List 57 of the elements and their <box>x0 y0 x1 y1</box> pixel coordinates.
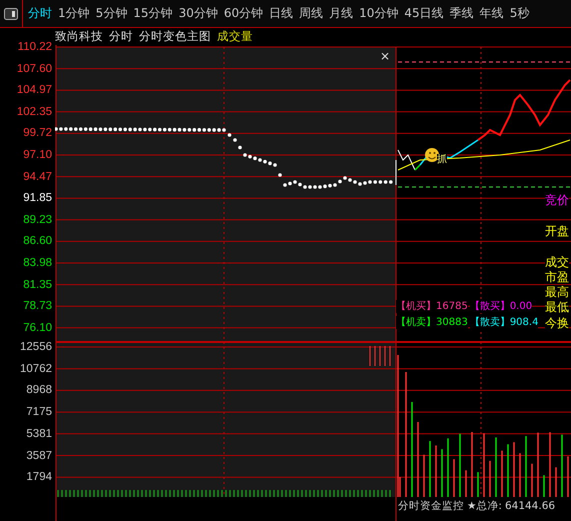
main-chart-label: 分时变色主图 <box>139 28 211 45</box>
period-tab[interactable]: 日线 <box>266 2 296 24</box>
price-axis-label: 97.10 <box>23 148 52 163</box>
volume-axis-label: 10762 <box>20 362 52 377</box>
total-net-label: ★总净: <box>467 499 502 514</box>
period-tab[interactable]: 15分钟 <box>130 2 176 24</box>
fund-flow-item: 【机卖】30883 <box>396 316 468 329</box>
signal-mark: 抓 <box>437 154 447 166</box>
period-tab[interactable]: 周线 <box>296 2 326 24</box>
price-axis-label: 91.85 <box>23 191 52 206</box>
price-axis-label: 86.60 <box>23 234 52 250</box>
period-tab[interactable]: 年线 <box>476 2 507 24</box>
volume-axis-label: 7175 <box>26 405 52 420</box>
volume-axis-label: 12556 <box>20 340 52 355</box>
quote-label: 最高 <box>545 285 569 299</box>
period-tab[interactable]: 10分钟 <box>356 2 402 24</box>
price-axis-label: 110.22 <box>18 40 52 55</box>
period-tab[interactable]: 月线 <box>326 2 356 24</box>
quote-label: 成交 <box>545 255 569 269</box>
period-tab[interactable]: 分时 <box>25 2 55 24</box>
status-title: 分时资金监控 <box>398 499 464 514</box>
indicator-label: 成交量 <box>217 28 253 45</box>
period-tab[interactable]: 5分钟 <box>92 2 130 24</box>
price-axis-label: 104.97 <box>16 83 52 98</box>
fund-flow-item: 【机买】16785 <box>396 300 468 313</box>
price-axis-label: 76.10 <box>23 320 52 336</box>
price-axis-label: 89.23 <box>23 212 52 228</box>
quote-label: 今换 <box>545 316 569 330</box>
total-net-value: 64144.66 <box>504 499 556 514</box>
fund-flow-item: 【散卖】908.4 <box>470 316 538 329</box>
price-axis-label: 107.60 <box>16 62 52 77</box>
period-tab[interactable]: 1分钟 <box>55 2 93 24</box>
period-tab[interactable]: 60分钟 <box>220 2 266 24</box>
volume-axis-label: 3587 <box>26 448 52 464</box>
price-axis-label: 102.35 <box>16 104 52 120</box>
price-axis-label: 78.73 <box>23 299 52 314</box>
stock-name: 致尚科技 <box>55 28 103 45</box>
quote-label: 市盈 <box>545 270 569 284</box>
period-tab[interactable]: 5秒 <box>506 2 532 24</box>
quote-label: 最低 <box>545 300 569 314</box>
period-label: 分时 <box>109 28 133 45</box>
quote-label: 竞价 <box>545 193 569 207</box>
volume-axis-label: 1794 <box>26 470 52 486</box>
fund-flow-item: 【散买】0.00 <box>470 300 532 313</box>
volume-axis-label: 5381 <box>26 426 52 442</box>
price-axis-label: 83.98 <box>23 256 52 271</box>
period-tab[interactable]: 30分钟 <box>176 2 221 24</box>
volume-axis-label: 8968 <box>26 383 52 398</box>
price-axis-label: 99.72 <box>23 126 52 142</box>
panel-toggle-icon[interactable] <box>4 8 18 20</box>
price-axis-label: 81.35 <box>23 278 52 293</box>
period-tab[interactable]: 45日线 <box>401 2 447 24</box>
price-axis-label: 94.47 <box>23 170 52 185</box>
quote-label: 开盘 <box>545 224 569 238</box>
period-tab[interactable]: 季线 <box>446 2 477 24</box>
smiley-icon <box>425 148 439 162</box>
close-button[interactable]: × <box>380 49 390 63</box>
